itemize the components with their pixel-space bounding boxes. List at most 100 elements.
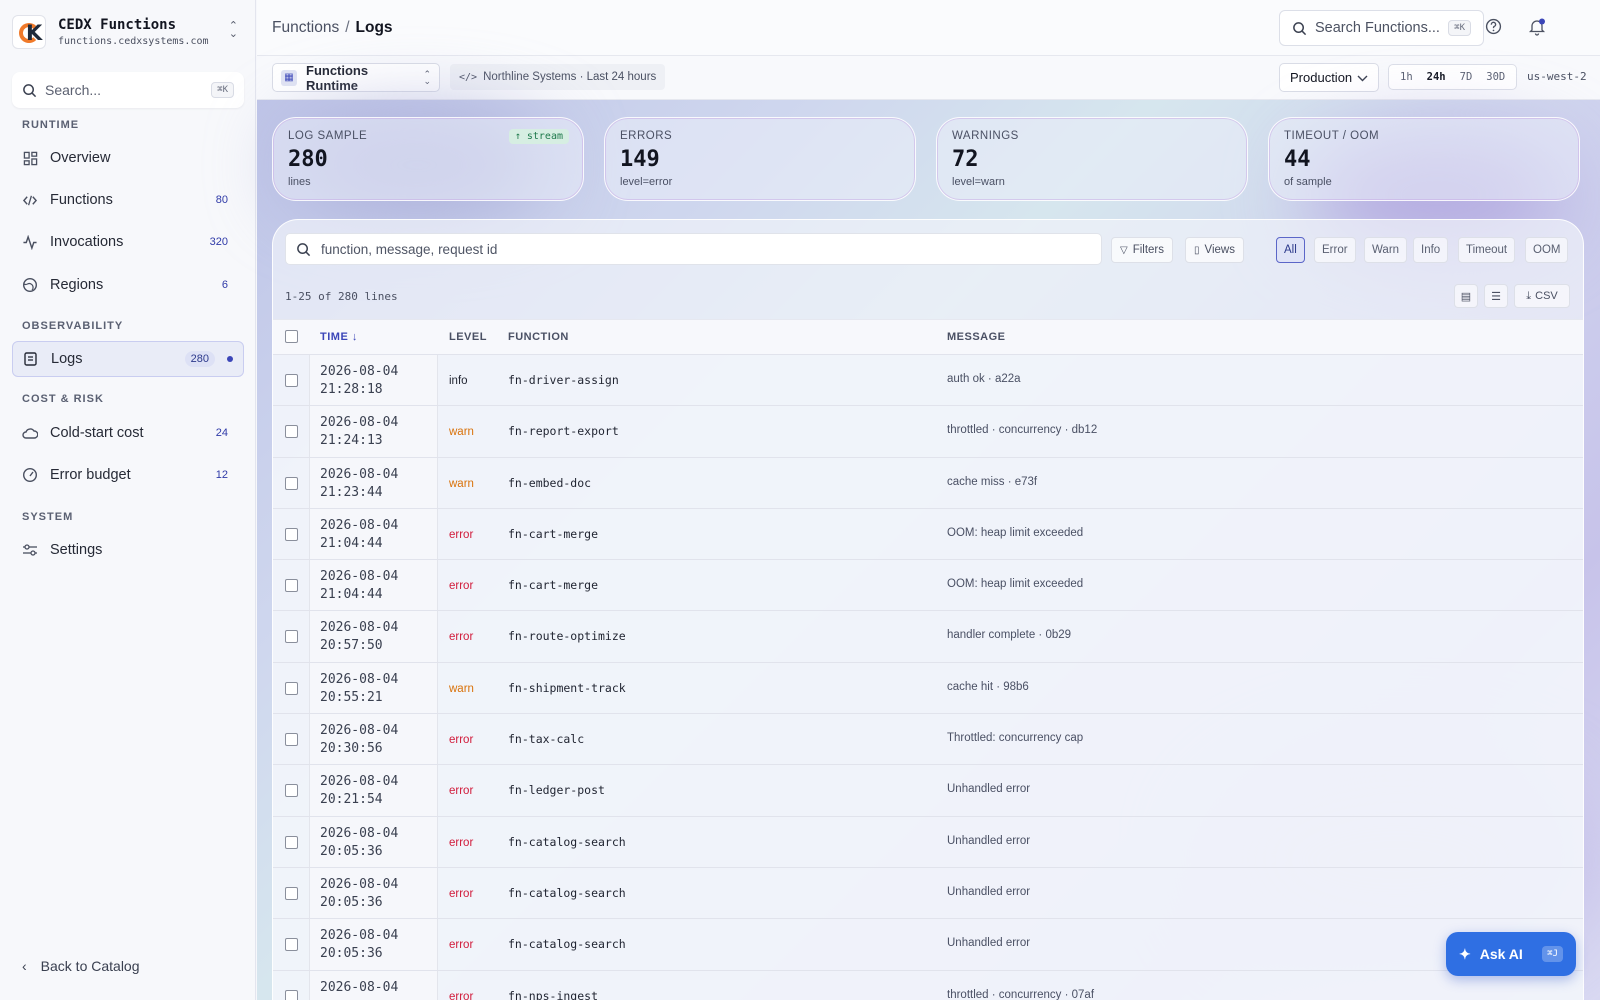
row-checkbox[interactable] [285, 733, 298, 747]
row-checkbox[interactable] [285, 784, 298, 798]
range-24h[interactable]: 24h [1420, 68, 1453, 86]
log-function[interactable]: fn-shipment-track [508, 681, 626, 695]
views-button[interactable]: ▯ Views [1185, 237, 1244, 263]
range-7d[interactable]: 7D [1453, 68, 1480, 86]
density-toggle-icon[interactable]: ▤ [1454, 284, 1478, 308]
column-message[interactable]: MESSAGE [947, 331, 1006, 343]
log-message: Unhandled error [947, 885, 1031, 898]
sidebar-item-invocations[interactable]: Invocations 320 [12, 224, 244, 260]
log-function[interactable]: fn-cart-merge [508, 527, 598, 541]
breadcrumb-functions[interactable]: Functions [272, 19, 339, 36]
row-checkbox[interactable] [285, 989, 298, 1000]
log-time: 20:21:54 [320, 792, 383, 808]
table-row[interactable]: 2026-08-04 21:24:13 warn fn-report-export th… [273, 406, 1583, 458]
log-function[interactable]: fn-report-export [508, 424, 619, 438]
row-checkbox[interactable] [285, 630, 298, 644]
sidebar-item-cold-start-cost[interactable]: Cold-start cost 24 [12, 415, 244, 451]
log-function[interactable]: fn-cart-merge [508, 578, 598, 592]
back-to-catalog-link[interactable]: ‹ Back to Catalog [22, 958, 140, 974]
help-icon[interactable] [1485, 18, 1505, 38]
sliders-icon [22, 542, 38, 558]
log-function[interactable]: fn-catalog-search [508, 886, 626, 900]
table-row[interactable]: 2026-08-04 21:04:44 error fn-cart-merge OOM:… [273, 508, 1583, 561]
table-row[interactable]: 2026-08-04 error fn-nps-ingest throttled · … [273, 970, 1583, 1000]
column-level[interactable]: LEVEL [449, 331, 487, 343]
sidebar-search[interactable]: Search... ⌘K [12, 72, 244, 108]
level-filter-timeout[interactable]: Timeout [1458, 237, 1516, 263]
level-filter-error[interactable]: Error [1314, 237, 1356, 263]
level-filter-warn[interactable]: Warn [1364, 237, 1408, 263]
export-csv-button[interactable]: ⤓ CSV [1514, 284, 1570, 308]
table-row[interactable]: 2026-08-04 21:23:44 warn fn-embed-doc cache … [273, 457, 1583, 509]
row-checkbox[interactable] [285, 835, 298, 849]
log-function[interactable]: fn-route-optimize [508, 629, 626, 643]
context-label: Northline Systems · Last 24 hours [483, 71, 657, 83]
log-message: cache hit · 98b6 [947, 680, 1029, 693]
log-date: 2026-08-04 [320, 928, 399, 944]
environment-select[interactable]: Production [1279, 63, 1379, 92]
sidebar-item-logs[interactable]: Logs 280 [12, 341, 244, 377]
log-timestamp: 2026-08-04 [320, 979, 398, 997]
level-filter-info[interactable]: Info [1413, 237, 1449, 263]
log-time: 20:05:36 [320, 946, 383, 962]
row-checkbox[interactable] [285, 374, 298, 387]
filters-button[interactable]: ▽ Filters [1111, 237, 1174, 263]
log-function[interactable]: fn-driver-assign [508, 373, 619, 387]
ask-ai-button[interactable]: ✦ Ask AI ⌘J [1446, 932, 1576, 976]
select-all-checkbox[interactable] [285, 330, 298, 343]
logs-panel: function, message, request id ▽ Filters ▯… [272, 219, 1584, 1000]
row-checkbox[interactable] [285, 425, 298, 439]
log-level: error [449, 887, 474, 900]
columns-settings-icon[interactable]: ☰ [1484, 284, 1508, 308]
table-row[interactable]: 2026-08-04 20:05:36 error fn-catalog-search… [273, 867, 1583, 920]
table-row[interactable]: 2026-08-04 21:28:18 info fn-driver-assign au… [273, 355, 1583, 407]
level-filter-oom[interactable]: OOM [1525, 237, 1569, 263]
workspace-switcher[interactable]: K CEDX Functions functions.cedxsystems.c… [12, 14, 244, 50]
runtime-selector[interactable]: ▦ Functions Runtime ⌃ ⌄ [272, 63, 440, 93]
region-label: us-west-2 [1527, 70, 1587, 83]
log-function[interactable]: fn-tax-calc [508, 732, 584, 746]
range-1h[interactable]: 1h [1393, 68, 1420, 86]
notifications-bell-icon[interactable] [1528, 18, 1548, 38]
sidebar-item-functions[interactable]: Functions 80 [12, 182, 244, 218]
table-row[interactable]: 2026-08-04 20:57:50 error fn-route-optimize… [273, 611, 1583, 663]
table-row[interactable]: 2026-08-04 20:21:54 error fn-ledger-post Unh… [273, 765, 1583, 817]
sidebar-item-count: 6 [221, 279, 228, 291]
log-function[interactable]: fn-nps-ingest [508, 989, 598, 1000]
row-checkbox[interactable] [285, 681, 298, 695]
log-time: 20:05:36 [320, 894, 383, 910]
level-filter-all[interactable]: All [1276, 237, 1305, 263]
sidebar-item-settings[interactable]: Settings [12, 532, 244, 568]
sidebar-item-error-budget[interactable]: Error budget 12 [12, 457, 244, 493]
stat-value: 72 [952, 147, 979, 172]
log-function[interactable]: fn-catalog-search [508, 937, 626, 951]
row-checkbox[interactable] [285, 579, 298, 593]
log-level: error [449, 734, 474, 747]
sidebar-item-regions[interactable]: Regions 6 [12, 267, 244, 303]
column-time[interactable]: TIME ↓ [320, 331, 358, 343]
row-checkbox[interactable] [285, 476, 298, 490]
table-row[interactable]: 2026-08-04 20:05:36 error fn-catalog-search… [273, 919, 1583, 971]
sidebar-item-overview[interactable]: Overview [12, 140, 244, 176]
log-function[interactable]: fn-catalog-search [508, 835, 626, 849]
table-row[interactable]: 2026-08-04 21:04:44 error fn-cart-merge OOM:… [273, 560, 1583, 612]
row-checkbox[interactable] [285, 886, 298, 900]
range-30d[interactable]: 30D [1479, 68, 1512, 86]
row-checkbox[interactable] [285, 527, 298, 541]
log-timestamp: 2026-08-04 20:30:56 [320, 722, 398, 758]
sidebar: K CEDX Functions functions.cedxsystems.c… [0, 0, 256, 1000]
log-message: cache miss · e73f [947, 475, 1038, 488]
column-function[interactable]: FUNCTION [508, 331, 569, 343]
sidebar-search-shortcut: ⌘K [211, 82, 234, 98]
table-row[interactable]: 2026-08-04 20:55:21 warn fn-shipment-track c… [273, 662, 1583, 715]
log-function[interactable]: fn-ledger-post [508, 783, 605, 797]
global-search-input[interactable]: Search Functions... ⌘K [1279, 10, 1484, 46]
log-level: warn [449, 682, 474, 695]
logs-search-input[interactable]: function, message, request id [285, 233, 1102, 265]
table-row[interactable]: 2026-08-04 20:05:36 error fn-catalog-search… [273, 816, 1583, 868]
log-function[interactable]: fn-embed-doc [508, 476, 591, 490]
table-row[interactable]: 2026-08-04 20:30:56 error fn-tax-calc Thrott… [273, 714, 1583, 766]
row-checkbox[interactable] [285, 938, 298, 952]
building-icon: ▦ [281, 69, 297, 86]
log-message: auth ok · a22a [947, 373, 1021, 385]
